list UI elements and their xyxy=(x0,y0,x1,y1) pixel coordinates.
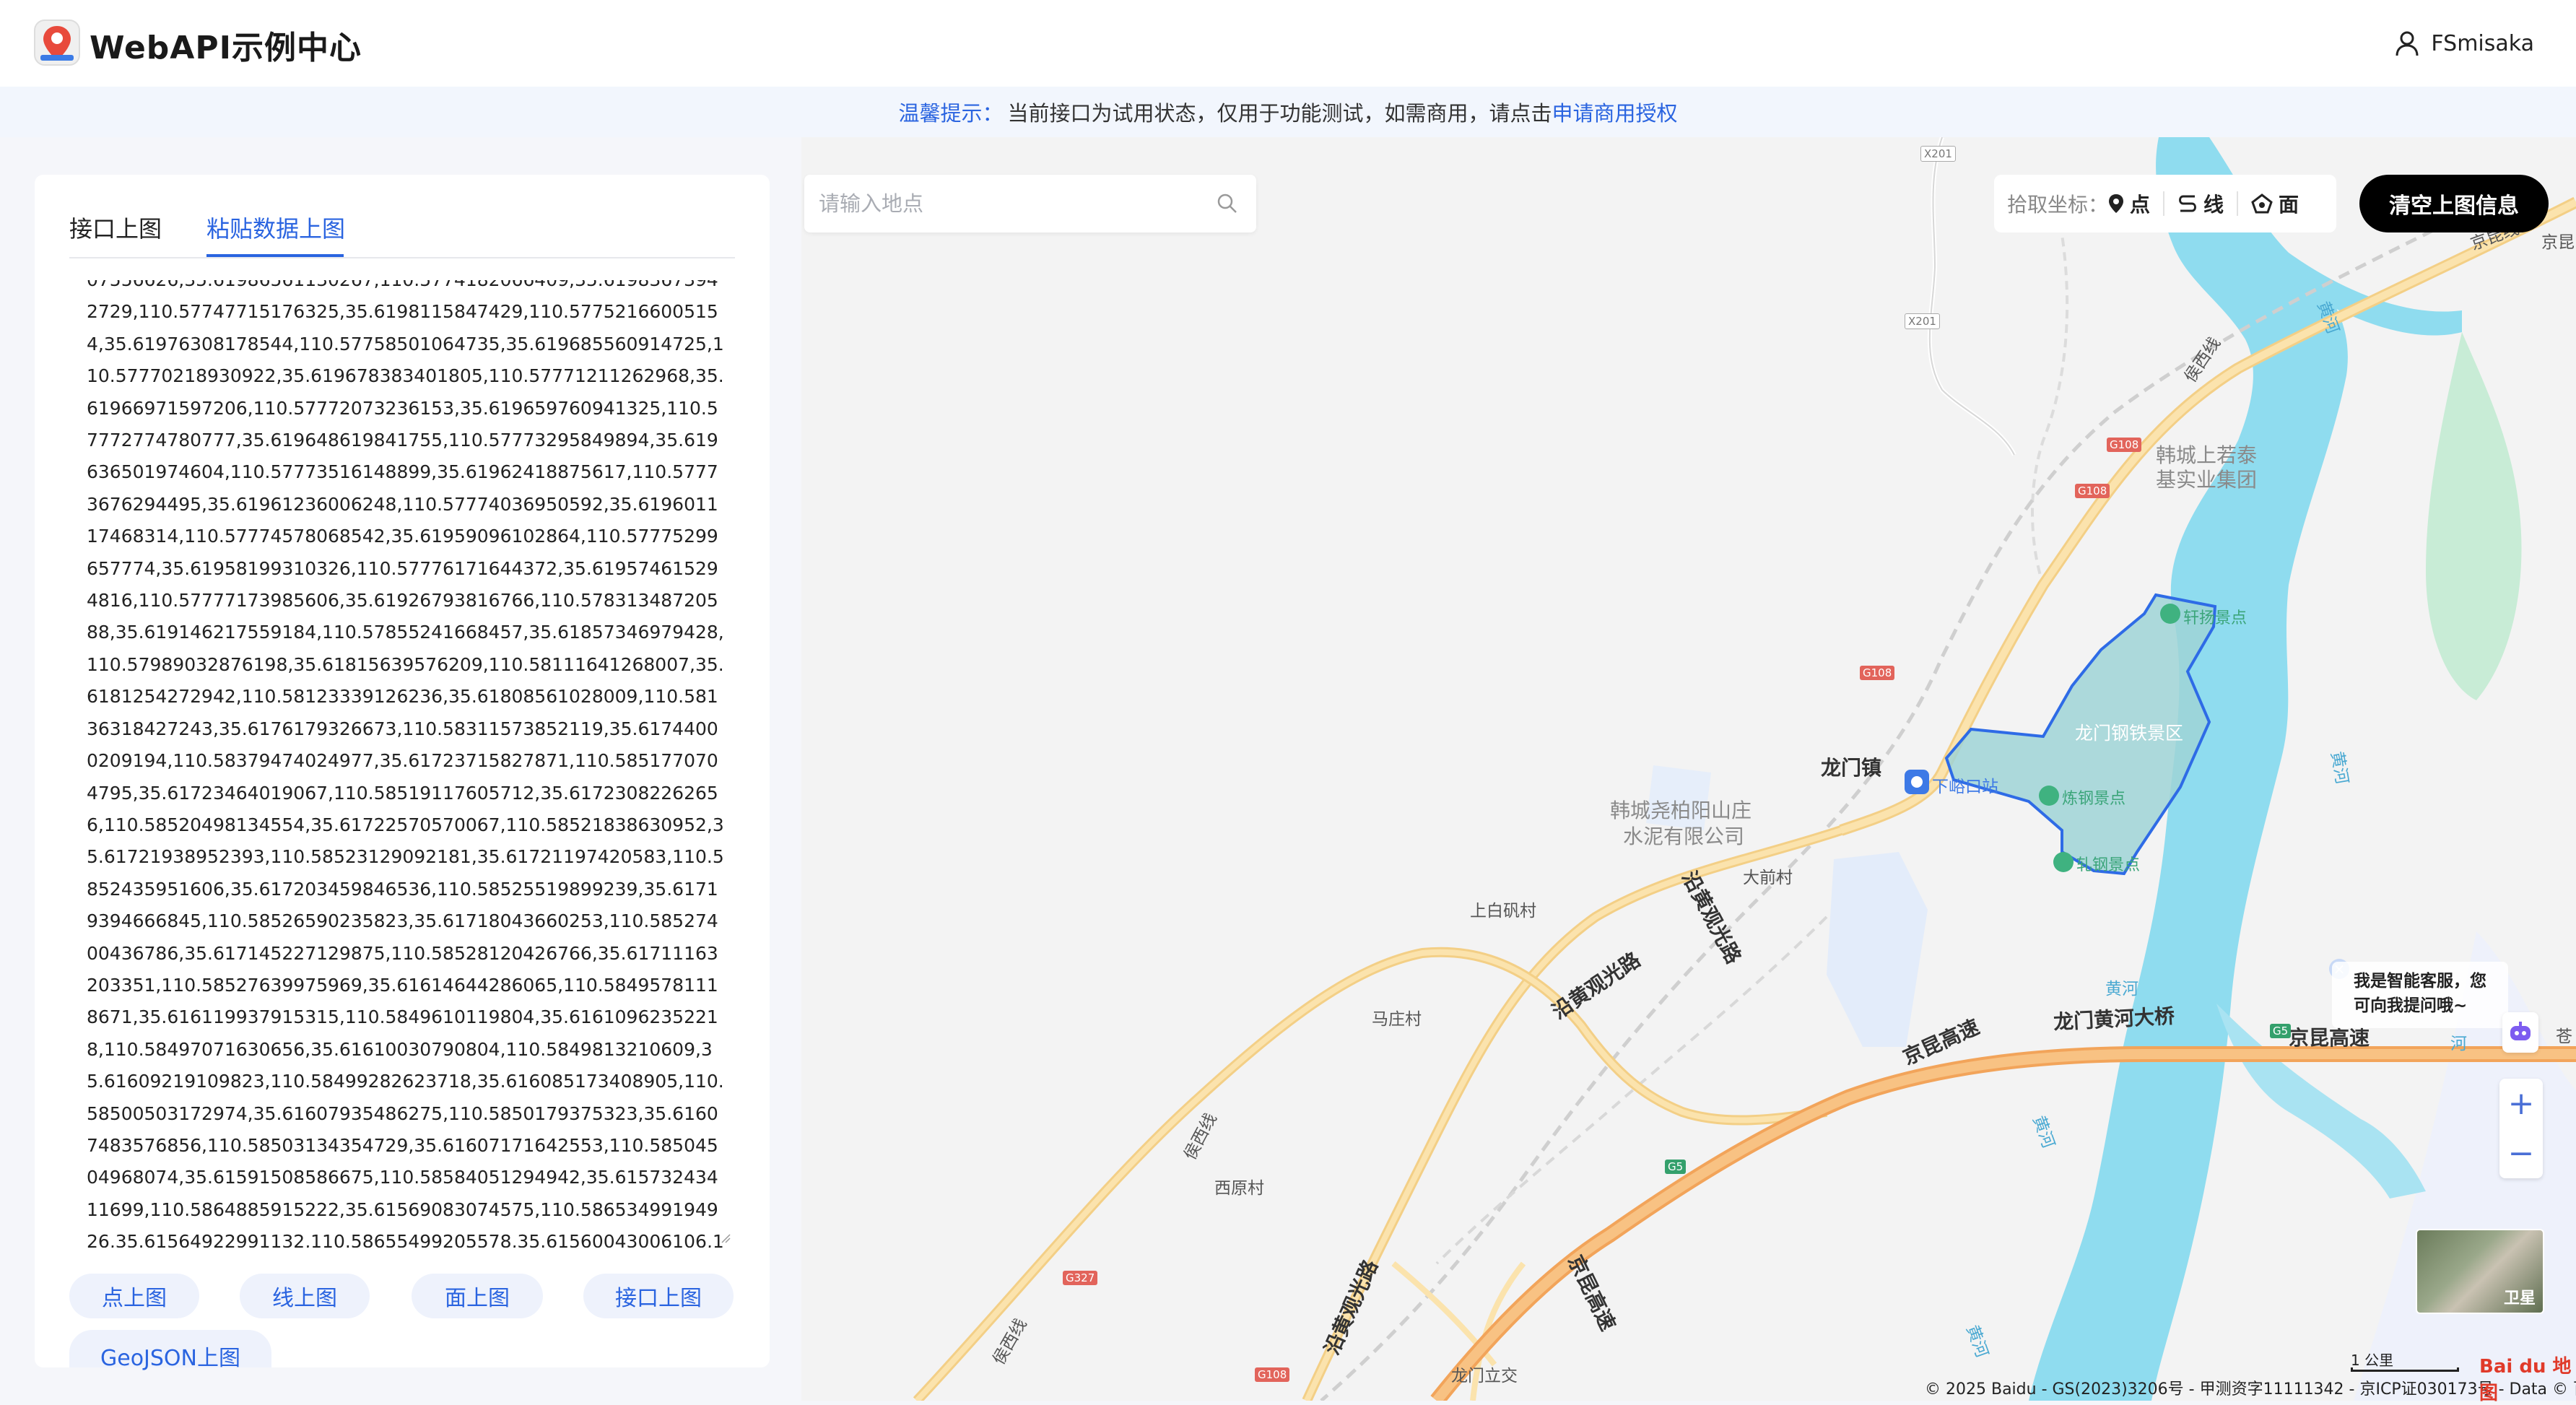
map-label-shangbai-village: 上白矾村 xyxy=(1470,902,1536,921)
satellite-label: 卫星 xyxy=(2503,1289,2536,1308)
map-label-mazhuang-village: 马庄村 xyxy=(1372,1010,1422,1029)
map-label-xiayukou-station: 下峪口站 xyxy=(1932,778,1998,796)
pick-polygon-button[interactable]: 面 xyxy=(2251,189,2299,218)
point-upload-button[interactable]: 点上图 xyxy=(69,1274,199,1318)
coordinate-textarea[interactable]: 07556626,35.61986561130267,110.577418206… xyxy=(69,280,770,1248)
map-scale-bar xyxy=(2351,1367,2459,1372)
road-shield-g5-a: G5 xyxy=(1665,1160,1687,1174)
location-search-input[interactable] xyxy=(819,188,1194,219)
road-shield-g108-c: G108 xyxy=(1860,666,1895,680)
chat-line-2: 可向我提问哦~ xyxy=(2354,996,2468,1015)
user-icon xyxy=(2396,31,2419,56)
resize-grip-icon[interactable] xyxy=(721,1233,731,1243)
ai-assistant-icon[interactable] xyxy=(2502,1012,2538,1053)
coordinate-text: 07556626,35.61986561130267,110.577418206… xyxy=(87,280,724,1248)
pick-point-button[interactable]: 点 xyxy=(2108,189,2150,218)
map-copyright: © 2025 Baidu - GS(2023)3206号 - 甲测资字11111… xyxy=(1925,1380,2576,1399)
road-shield-g108-a: G108 xyxy=(2107,438,2142,452)
zoom-out-button[interactable]: − xyxy=(2499,1128,2543,1178)
search-icon[interactable] xyxy=(1216,192,1239,215)
map-label-poi-lian: 炼钢景点 xyxy=(2062,790,2126,808)
baidu-map-logo-icon xyxy=(34,19,80,66)
map-label-company1-l2: 水泥有限公司 xyxy=(1623,825,1745,848)
map-canvas[interactable]: 龙门镇 下峪口站 韩城尧柏阳山庄 水泥有限公司 韩城上若泰 基实业集团 龙门钢铁… xyxy=(801,137,2576,1401)
zoom-control: + − xyxy=(2499,1079,2543,1178)
map-label-company2-l1: 韩城上若泰 xyxy=(2156,443,2258,467)
map-label-longmen-town: 龙门镇 xyxy=(1821,756,1882,780)
map-label-longmen-interchange: 龙门立交 xyxy=(1451,1367,1518,1386)
pick-line-button[interactable]: 线 xyxy=(2177,189,2224,218)
road-shield-g108-b: G108 xyxy=(2075,484,2110,498)
baidu-brand-text: Bai du 地图 xyxy=(2479,1356,2572,1404)
road-shield-g108-d: G108 xyxy=(1255,1367,1290,1382)
road-shield-x201-b: X201 xyxy=(1905,313,1940,329)
apply-license-link[interactable]: 申请商用授权 xyxy=(1552,97,1678,127)
map-label-company2-l2: 基实业集团 xyxy=(2156,468,2258,492)
app-title: WebAPI示例中心 xyxy=(90,30,362,66)
coord-picker-label: 拾取坐标： xyxy=(2007,193,2109,217)
polygon-icon xyxy=(2251,193,2273,214)
clear-map-button[interactable]: 清空上图信息 xyxy=(2359,175,2549,232)
polyline-icon xyxy=(2179,195,2197,212)
map-label-scenic-area: 龙门钢铁景区 xyxy=(2075,723,2184,744)
map-label-cang: 苍 xyxy=(2556,1027,2572,1046)
road-shield-x201-a: X201 xyxy=(1920,146,1956,162)
baidu-map-brand-logo: Bai du 地图 xyxy=(2479,1352,2576,1405)
zoom-in-button[interactable]: + xyxy=(2499,1079,2543,1128)
top-header: WebAPI示例中心 FSmisaka xyxy=(0,0,2576,87)
pick-line-label: 线 xyxy=(2203,193,2224,217)
api-upload-button[interactable]: 接口上图 xyxy=(583,1274,734,1318)
map-base-layer xyxy=(913,137,2576,1401)
panel-tabs: 接口上图 粘贴数据上图 xyxy=(69,192,735,258)
map-label-daqian-village: 大前村 xyxy=(1743,869,1793,887)
coordinate-picker-bar: 拾取坐标： 点 线 面 xyxy=(1994,175,2336,232)
map-label-yellow-river-3: 黄河 xyxy=(2105,980,2138,999)
map-pin-icon xyxy=(2109,194,2124,213)
data-input-panel: 接口上图 粘贴数据上图 07556626,35.61986561130267,1… xyxy=(35,175,770,1371)
notice-tip: 温馨提示： xyxy=(898,101,1004,126)
polygon-upload-button[interactable]: 面上图 xyxy=(412,1274,543,1318)
pick-point-label: 点 xyxy=(2130,193,2151,217)
map-label-company1-l1: 韩城尧柏阳山庄 xyxy=(1610,799,1752,822)
pick-polygon-label: 面 xyxy=(2279,193,2299,217)
road-shield-g327: G327 xyxy=(1063,1271,1098,1285)
location-search xyxy=(804,175,1256,232)
user-name: FSmisaka xyxy=(2431,30,2534,56)
map-label-jingkun-rail: 京昆 xyxy=(2541,233,2575,252)
chat-line-1: 我是智能客服，您 xyxy=(2354,972,2486,991)
map-label-poi-xuanyang: 轩扬景点 xyxy=(2183,609,2248,627)
user-menu[interactable]: FSmisaka xyxy=(2393,27,2534,59)
trial-notice-bar: 温馨提示： 当前接口为试用状态，仅用于功能测试，如需商用，请点击 申请商用授权 xyxy=(0,87,2576,137)
satellite-toggle[interactable]: 卫星 xyxy=(2416,1229,2544,1314)
map-label-yellow-river-6: 河 xyxy=(2450,1035,2467,1053)
road-shield-g5-b: G5 xyxy=(2270,1024,2292,1038)
tab-api-upload[interactable]: 接口上图 xyxy=(69,211,162,244)
notice-text: 当前接口为试用状态，仅用于功能测试，如需商用，请点击 xyxy=(1007,101,1552,126)
map-label-xiyuan-village: 西原村 xyxy=(1214,1179,1264,1198)
divider xyxy=(2237,191,2239,216)
geojson-upload-button[interactable]: GeoJSON上图 xyxy=(69,1330,271,1371)
map-scale-label: 1 公里 xyxy=(2351,1352,2394,1369)
map-label-poi-zha: 轧钢景点 xyxy=(2076,856,2141,874)
active-tab-indicator xyxy=(206,254,344,257)
ai-assistant-bubble[interactable]: 我是智能客服，您 可向我提问哦~ xyxy=(2332,962,2508,1028)
divider xyxy=(2163,191,2165,216)
line-upload-button[interactable]: 线上图 xyxy=(240,1274,370,1318)
tab-paste-data-upload[interactable]: 粘贴数据上图 xyxy=(206,211,345,244)
